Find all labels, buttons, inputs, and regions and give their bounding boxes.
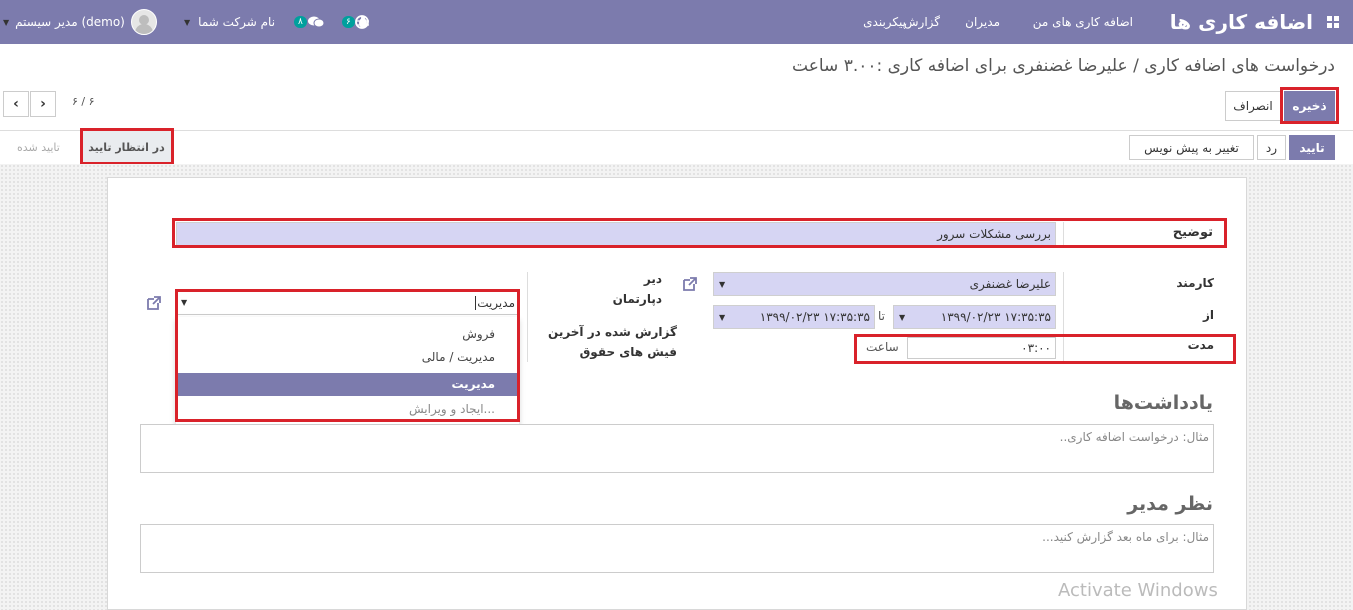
dropdown-create-edit[interactable]: ایجاد و ویرایش...	[409, 402, 495, 416]
messages-indicator[interactable]: ۸	[292, 0, 325, 44]
department-input[interactable]: ▼ مدیریت	[176, 291, 519, 315]
divider	[1063, 272, 1064, 362]
chevron-down-icon: ▼	[3, 17, 10, 27]
manager-textarea[interactable]: مثال: برای ماه بعد گزارش کنید...	[140, 524, 1214, 573]
description-field[interactable]: بررسی مشکلات سرور	[176, 222, 1056, 246]
chevron-down-icon: ▼	[181, 298, 188, 307]
app-brand[interactable]: اضافه کاری ها	[1170, 0, 1313, 44]
avatar	[130, 9, 157, 35]
chat-icon	[307, 16, 325, 28]
status-approved[interactable]: تایید شده	[17, 131, 60, 163]
description-label: توضیح	[1172, 225, 1213, 240]
chevron-down-icon: ▼	[719, 312, 726, 322]
date-from-field[interactable]: ▼ ۱۳۹۹/۰۲/۲۳ ۱۷:۳۵:۳۵	[893, 305, 1056, 329]
reset-draft-button[interactable]: تغییر به پیش نویس	[1129, 135, 1254, 160]
company-name: نام شرکت شما	[198, 15, 276, 29]
external-link-icon[interactable]	[681, 275, 699, 293]
user-menu[interactable]: ▼ مدیر سیستم (demo)	[3, 0, 157, 44]
employee-value: علیرضا غضنفری	[969, 277, 1051, 291]
pager-next-button[interactable]: ›	[30, 91, 56, 117]
discard-button[interactable]: انصراف	[1225, 91, 1281, 121]
notes-textarea[interactable]: مثال: درخواست اضافه کاری..	[140, 424, 1214, 473]
messages-badge: ۸	[294, 16, 307, 28]
dropdown-option-finance[interactable]: مدیریت / مالی	[422, 350, 495, 364]
to-label: تا	[878, 309, 885, 323]
department-input-value: مدیریت	[475, 295, 515, 310]
divider	[0, 130, 1353, 131]
department-label-line1: دیر	[643, 272, 662, 286]
status-pending[interactable]: در انتظار تایید	[80, 131, 173, 163]
top-navbar: اضافه کاری ها اضافه کاری های من مدیران گ…	[0, 0, 1353, 44]
chevron-down-icon: ▼	[184, 17, 191, 27]
menu-my-overtime[interactable]: اضافه کاری های من	[1033, 0, 1133, 44]
menu-reporting[interactable]: گزارش	[904, 0, 940, 44]
employee-select[interactable]: ▼ علیرضا غضنفری	[713, 272, 1056, 296]
external-link-icon[interactable]	[145, 294, 163, 312]
user-name: مدیر سیستم (demo)	[15, 15, 125, 29]
menu-managers[interactable]: مدیران	[965, 0, 1000, 44]
date-to-field[interactable]: ▼ ۱۳۹۹/۰۲/۲۳ ۱۷:۳۵:۳۵	[713, 305, 875, 329]
date-to-value: ۱۳۹۹/۰۲/۲۳ ۱۷:۳۵:۳۵	[759, 310, 870, 324]
activation-watermark: Activate Windows	[1058, 580, 1218, 601]
clock-icon	[354, 15, 369, 29]
divider	[527, 272, 528, 362]
chevron-down-icon: ▼	[899, 312, 906, 322]
refuse-button[interactable]: رد	[1257, 135, 1286, 160]
activity-indicator[interactable]: ۶	[340, 0, 369, 44]
breadcrumb-separator: /	[1133, 56, 1139, 76]
approve-button[interactable]: تایید	[1289, 135, 1335, 160]
department-dropdown: فروش مدیریت / مالی مدیریت ایجاد و ویرایش…	[176, 317, 519, 428]
department-label-line2: دپارتمان	[612, 292, 662, 306]
breadcrumb-current: علیرضا غضنفری برای اضافه کاری :۳.۰۰ ساعت	[792, 56, 1128, 76]
divider	[1063, 222, 1064, 246]
menu-configuration[interactable]: پیکربندی	[863, 0, 906, 44]
company-switcher[interactable]: ▼ نام شرکت شما	[184, 0, 275, 44]
breadcrumb-parent[interactable]: درخواست های اضافه کاری	[1144, 56, 1335, 76]
save-button[interactable]: ذخیره	[1284, 91, 1335, 121]
apps-menu-icon[interactable]	[1327, 0, 1339, 44]
breadcrumb: درخواست های اضافه کاری / علیرضا غضنفری ب…	[792, 56, 1335, 76]
pager-previous-button[interactable]: ‹	[3, 91, 29, 117]
dropdown-option-management-row[interactable]: مدیریت	[176, 373, 519, 396]
dropdown-option-sales[interactable]: فروش	[462, 327, 495, 341]
pager-value: ۶ / ۶	[72, 95, 95, 108]
manager-title: نظر مدیر	[1127, 493, 1213, 515]
dropdown-option-management: مدیریت	[451, 377, 495, 391]
duration-label: مدت	[1187, 338, 1214, 352]
reported-label-line1: گزارش شده در آخرین	[548, 325, 677, 339]
activity-badge: ۶	[342, 16, 355, 28]
duration-input[interactable]: ۰۳:۰۰	[907, 337, 1056, 359]
chevron-down-icon: ▼	[719, 279, 726, 289]
duration-unit: ساعت	[866, 340, 899, 354]
notes-title: یادداشت‌ها	[1113, 392, 1213, 414]
employee-label: کارمند	[1176, 276, 1214, 290]
reported-label-line2: فیش های حقوق	[579, 345, 677, 359]
date-from-value: ۱۳۹۹/۰۲/۲۳ ۱۷:۳۵:۳۵	[940, 310, 1051, 324]
from-label: از	[1202, 308, 1214, 322]
